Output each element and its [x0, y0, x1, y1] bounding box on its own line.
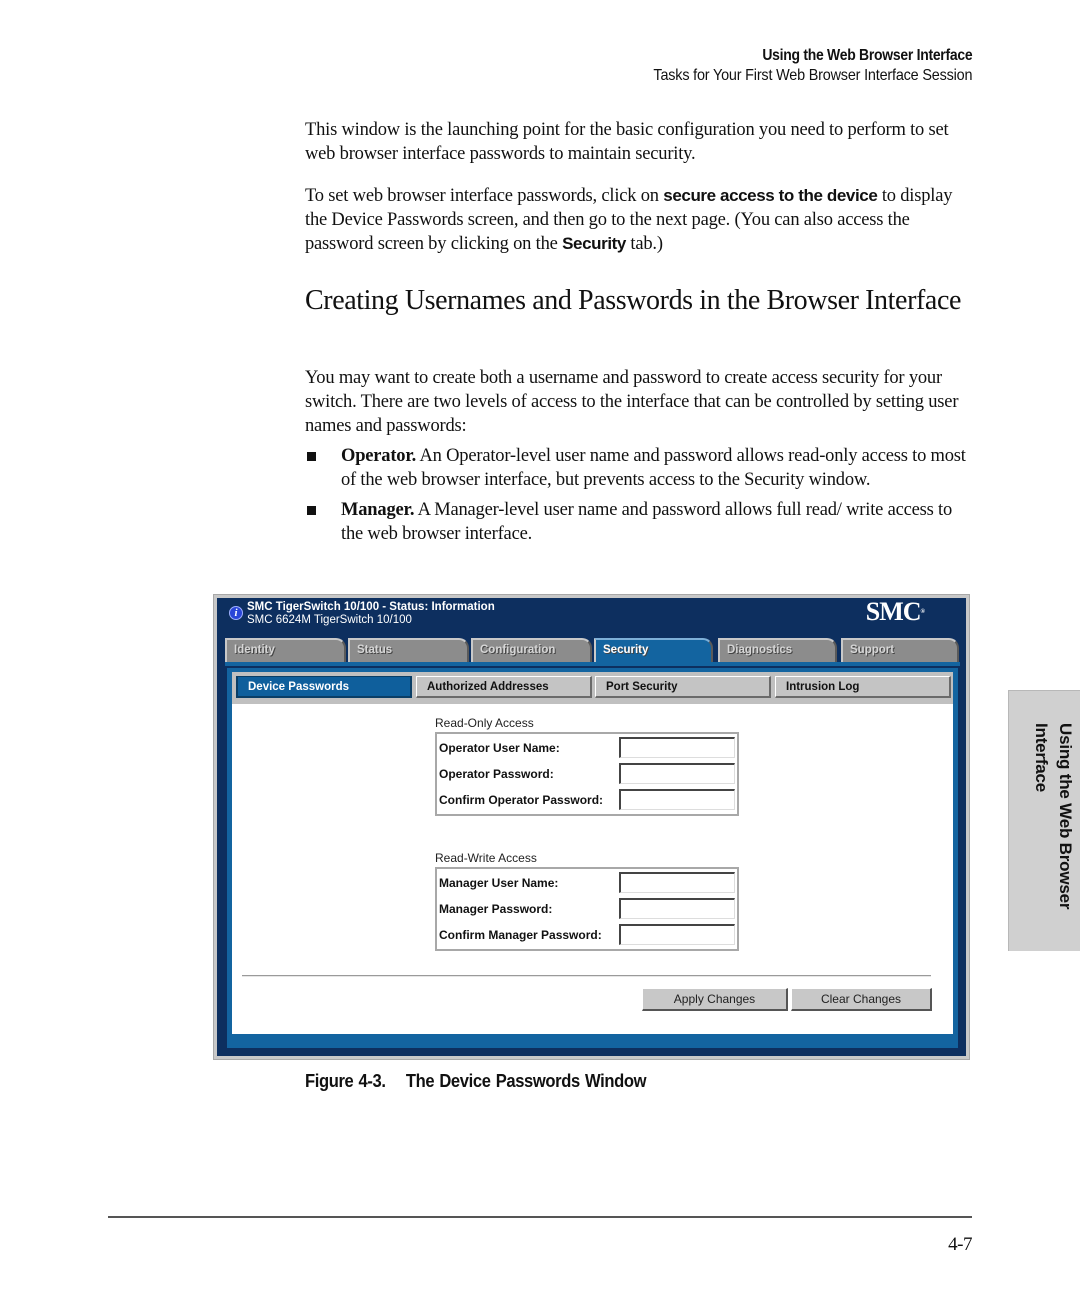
- operator-user-name-input[interactable]: [619, 737, 735, 758]
- bullet-text: A Manager-level user name and password a…: [341, 500, 953, 544]
- bullet-square-icon: [307, 452, 316, 461]
- tab-identity[interactable]: Identity: [225, 638, 346, 662]
- manager-user-name-input[interactable]: [619, 872, 735, 893]
- tab-status[interactable]: Status: [348, 638, 469, 662]
- text-run: tab.): [625, 234, 663, 254]
- running-head: Using the Web Browser Interface Tasks fo…: [618, 46, 972, 86]
- chapter-title: Using the Web Browser Interface: [762, 47, 972, 64]
- bullet-term: Operator.: [341, 446, 417, 466]
- list-item-manager: Manager. A Manager-level user name and p…: [305, 498, 975, 546]
- apply-changes-button[interactable]: Apply Changes: [642, 988, 788, 1011]
- bullet-square-icon: [307, 506, 316, 515]
- form-divider: [242, 975, 931, 977]
- manager-password-label: Manager Password:: [439, 902, 553, 916]
- list-item-operator: Operator. An Operator-level user name an…: [305, 444, 975, 492]
- confirm-operator-password-label: Confirm Operator Password:: [439, 793, 604, 807]
- operator-password-label: Operator Password:: [439, 767, 554, 781]
- read-write-access-label: Read-Write Access: [435, 851, 537, 865]
- bullet-text: An Operator-level user name and password…: [341, 446, 966, 490]
- subtab-intrusion-log[interactable]: Intrusion Log: [775, 676, 951, 698]
- bullet-term: Manager.: [341, 500, 415, 520]
- logo-text: SMC: [865, 597, 922, 626]
- thumb-tab-line1: Using the Web Browser: [1056, 723, 1075, 910]
- device-passwords-screenshot: i SMC TigerSwitch 10/100 - Status: Infor…: [213, 594, 970, 1060]
- access-levels-paragraph: You may want to create both a username a…: [305, 368, 959, 436]
- chapter-thumb-tab: Using the Web Browser Interface: [1008, 690, 1080, 951]
- thumb-tab-line2: Interface: [1032, 723, 1051, 793]
- operator-user-name-label: Operator User Name:: [439, 741, 560, 755]
- window-title: SMC TigerSwitch 10/100 - Status: Informa…: [247, 601, 495, 613]
- section-heading: Creating Usernames and Passwords in the …: [305, 285, 961, 316]
- tab-support[interactable]: Support: [841, 638, 959, 662]
- section-title: Tasks for Your First Web Browser Interfa…: [653, 67, 972, 84]
- content-panel: Device Passwords Authorized Addresses Po…: [232, 672, 953, 1034]
- security-term: Security: [562, 234, 626, 253]
- access-level-list: Operator. An Operator-level user name an…: [305, 444, 975, 552]
- subtab-port-security[interactable]: Port Security: [595, 676, 771, 698]
- read-write-access-group: Manager User Name: Manager Password: Con…: [435, 867, 739, 951]
- manager-user-name-label: Manager User Name:: [439, 876, 559, 890]
- subtab-authorized-addresses[interactable]: Authorized Addresses: [416, 676, 592, 698]
- footer-rule: [108, 1216, 972, 1218]
- tab-diagnostics[interactable]: Diagnostics: [718, 638, 837, 662]
- clear-changes-button[interactable]: Clear Changes: [791, 988, 932, 1011]
- security-subtabs: Device Passwords Authorized Addresses Po…: [232, 672, 953, 704]
- secure-access-term: secure access to the device: [663, 186, 878, 205]
- text-run: To set web browser interface passwords, …: [305, 186, 664, 206]
- window-frame: i SMC TigerSwitch 10/100 - Status: Infor…: [217, 598, 966, 1056]
- confirm-manager-password-input[interactable]: [619, 924, 735, 945]
- device-model: SMC 6624M TigerSwitch 10/100: [247, 614, 412, 626]
- read-only-access-label: Read-Only Access: [435, 716, 534, 730]
- figure-title: The Device Passwords Window: [405, 1071, 647, 1091]
- page-number: 4-7: [948, 1234, 972, 1255]
- tab-bar-underline: [225, 662, 960, 666]
- main-tabs: Identity Status Configuration Security D…: [225, 638, 960, 664]
- figure-caption: Figure 4-3. The Device Passwords Window: [305, 1071, 646, 1092]
- info-icon: i: [229, 606, 243, 620]
- content-frame: Device Passwords Authorized Addresses Po…: [227, 668, 958, 1048]
- operator-password-input[interactable]: [619, 763, 735, 784]
- confirm-operator-password-input[interactable]: [619, 789, 735, 810]
- smc-logo: SMC®: [865, 597, 925, 626]
- thumb-tab-text: Using the Web Browser Interface: [1029, 723, 1077, 909]
- intro-paragraph: This window is the launching point for t…: [305, 120, 949, 164]
- manager-password-input[interactable]: [619, 898, 735, 919]
- instruction-paragraph: To set web browser interface passwords, …: [305, 184, 975, 256]
- tab-configuration[interactable]: Configuration: [471, 638, 592, 662]
- subtab-device-passwords[interactable]: Device Passwords: [236, 676, 412, 698]
- tab-security[interactable]: Security: [594, 638, 713, 664]
- read-only-access-group: Operator User Name: Operator Password: C…: [435, 732, 739, 816]
- figure-number: Figure 4-3.: [305, 1071, 386, 1091]
- confirm-manager-password-label: Confirm Manager Password:: [439, 928, 602, 942]
